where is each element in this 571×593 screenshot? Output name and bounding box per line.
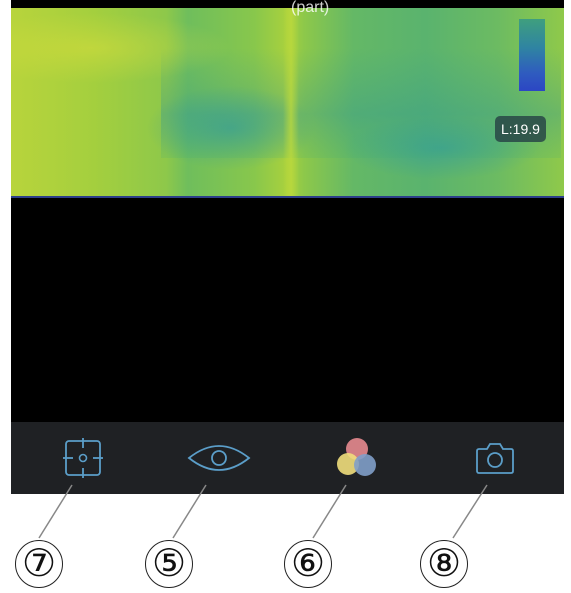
callout-5: ⑤ [145,540,193,588]
callout-8: ⑧ [420,540,468,588]
callout-7: ⑦ [15,540,63,588]
callout-leader-lines [38,484,488,539]
callout-6: ⑥ [284,540,332,588]
